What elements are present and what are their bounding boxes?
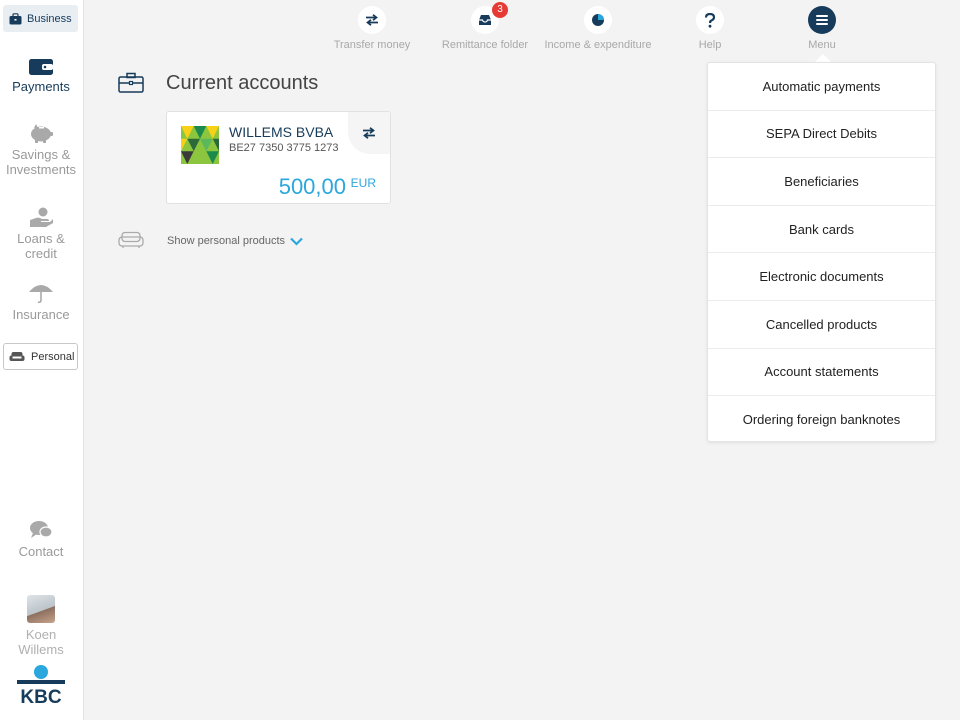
nav-remittance-folder[interactable]: 3 Remittance folder (425, 2, 545, 51)
sidebar-item-label: Payments (12, 79, 70, 94)
nav-label: Remittance folder (441, 39, 529, 51)
account-currency: EUR (350, 176, 376, 190)
menu-item-ordering-foreign-banknotes[interactable]: Ordering foreign banknotes (708, 396, 935, 444)
kbc-logo-text: KBC (20, 687, 61, 706)
nav-icon-circle (696, 6, 724, 34)
sidebar-item-label: Loans & credit (17, 231, 65, 261)
kbc-logo: KBC (17, 665, 65, 706)
account-iban: BE27 7350 3775 1273 (229, 142, 339, 154)
account-card[interactable]: WILLEMS BVBA BE27 7350 3775 1273 500,00 … (166, 111, 391, 204)
nav-label: Help (698, 39, 722, 51)
top-navigation: Transfer money 3 Remittance folder Incom… (84, 0, 960, 56)
inbox-tray-icon (479, 15, 491, 25)
transfer-arrows-icon (363, 127, 375, 139)
nav-label: Menu (808, 39, 836, 51)
hamburger-menu-icon (816, 15, 828, 25)
menu-item-automatic-payments[interactable]: Automatic payments (708, 63, 935, 111)
hand-coin-icon (30, 207, 53, 227)
account-product-logo (181, 126, 219, 164)
personal-label: Personal (31, 350, 75, 363)
notification-badge: 3 (492, 2, 508, 18)
sidebar-item-label: Insurance (12, 307, 70, 322)
nav-income-expenditure[interactable]: Income & expenditure (538, 6, 658, 51)
section-title: Current accounts (166, 72, 319, 94)
show-personal-label: Show personal products (167, 235, 286, 247)
business-label: Business (27, 12, 72, 25)
piggy-bank-icon (31, 124, 53, 143)
sidebar-item-savings[interactable]: Savings & Investments (0, 122, 82, 177)
menu-item-electronic-documents[interactable]: Electronic documents (708, 253, 935, 301)
nav-icon-circle (584, 6, 612, 34)
sidebar-item-loans[interactable]: Loans & credit (0, 206, 82, 261)
pie-chart-icon (592, 14, 604, 26)
menu-dropdown: Automatic payments SEPA Direct Debits Be… (707, 62, 936, 442)
user-profile[interactable]: Koen Willems (0, 595, 82, 657)
chat-bubbles-icon (30, 521, 53, 538)
question-icon (704, 12, 716, 28)
sidebar-item-label: Contact (18, 544, 64, 559)
nav-icon-circle (808, 6, 836, 34)
menu-item-beneficiaries[interactable]: Beneficiaries (708, 158, 935, 206)
user-name: Koen Willems (18, 627, 64, 657)
menu-item-account-statements[interactable]: Account statements (708, 349, 935, 397)
sofa-outline-icon (118, 231, 144, 248)
menu-item-cancelled-products[interactable]: Cancelled products (708, 301, 935, 349)
briefcase-outline-icon (118, 72, 144, 93)
sidebar-item-label: Savings & Investments (5, 147, 77, 177)
menu-item-bank-cards[interactable]: Bank cards (708, 206, 935, 254)
nav-icon-circle (358, 6, 386, 34)
transfer-arrows-icon (366, 14, 378, 26)
account-name: WILLEMS BVBA (229, 124, 334, 140)
avatar (27, 595, 55, 623)
sidebar: Business Payments Savings & Investments … (0, 0, 84, 720)
account-balance: 500,00 (278, 174, 346, 199)
briefcase-icon (9, 12, 22, 24)
personal-toggle-button[interactable]: Personal (3, 343, 78, 370)
business-toggle-button[interactable]: Business (3, 5, 78, 32)
wallet-icon (29, 59, 53, 75)
sidebar-item-contact[interactable]: Contact (0, 519, 82, 559)
nav-label: Income & expenditure (544, 39, 652, 51)
menu-item-sepa-direct-debits[interactable]: SEPA Direct Debits (708, 111, 935, 159)
nav-label: Transfer money (333, 39, 411, 51)
nav-transfer-money[interactable]: Transfer money (312, 6, 432, 51)
account-transfer-button[interactable] (348, 112, 390, 154)
sidebar-item-payments[interactable]: Payments (0, 58, 82, 94)
umbrella-icon (29, 285, 53, 304)
show-personal-products-link[interactable]: Show personal products (167, 235, 303, 247)
nav-menu[interactable]: Menu (762, 6, 882, 51)
sofa-icon (9, 351, 25, 361)
sidebar-item-insurance[interactable]: Insurance (0, 280, 82, 322)
nav-help[interactable]: Help (650, 6, 770, 51)
chevron-down-icon (290, 237, 303, 246)
nav-icon-circle: 3 (471, 2, 508, 34)
